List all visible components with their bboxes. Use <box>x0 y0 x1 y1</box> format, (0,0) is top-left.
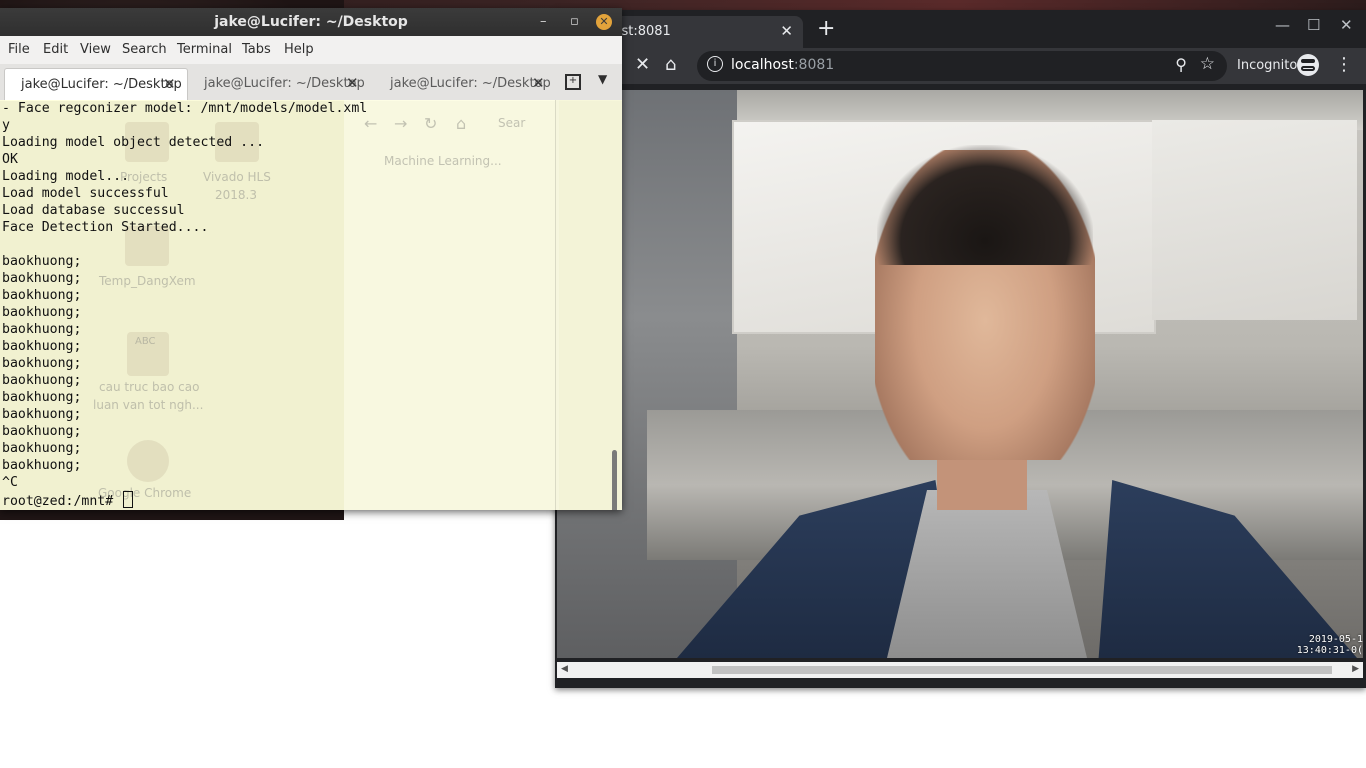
menu-view[interactable]: View <box>80 42 111 57</box>
ghost-home-icon: ⌂ <box>456 114 467 133</box>
tab-close-icon[interactable]: ✕ <box>163 75 176 93</box>
minimize-icon[interactable]: – <box>540 8 547 36</box>
bookmark-star-icon[interactable]: ☆ <box>1200 54 1215 74</box>
tab-close-icon[interactable]: ✕ <box>780 22 793 40</box>
home-icon[interactable]: ⌂ <box>665 54 676 75</box>
incognito-label: Incognito <box>1237 58 1298 73</box>
webcam-stream-image: 2019-05-1 13:40:31-0( <box>557 90 1363 658</box>
terminal-scrollbar-thumb[interactable] <box>612 450 617 510</box>
zoom-icon[interactable]: ⚲ <box>1175 55 1187 74</box>
close-icon[interactable]: ✕ <box>596 14 612 30</box>
menu-search[interactable]: Search <box>122 42 167 57</box>
page-viewport: 2019-05-1 13:40:31-0( ◀ ▶ <box>555 84 1366 688</box>
menu-help[interactable]: Help <box>284 42 314 57</box>
terminal-tab-1[interactable]: jake@Lucifer: ~/Desktop ✕ <box>4 68 188 101</box>
address-url: localhost:8081 <box>731 57 835 73</box>
tab-close-icon[interactable]: ✕ <box>346 74 359 92</box>
menu-tabs[interactable]: Tabs <box>242 42 271 57</box>
text-cursor <box>123 491 134 508</box>
browser-tab-strip: localhost:8081 ✕ + — ☐ ✕ <box>555 10 1366 48</box>
maximize-icon[interactable]: ☐ <box>1307 16 1320 34</box>
scroll-left-icon[interactable]: ◀ <box>561 664 568 674</box>
shell-prompt: root@zed:/mnt# <box>2 494 122 509</box>
tab-close-icon[interactable]: ✕ <box>532 74 545 92</box>
horizontal-scrollbar[interactable]: ◀ ▶ <box>557 662 1363 678</box>
ghost-forward-icon: → <box>394 114 408 133</box>
terminal-menubar: File Edit View Search Terminal Tabs Help <box>0 36 622 64</box>
terminal-titlebar[interactable]: jake@Lucifer: ~/Desktop – ▫ ✕ <box>0 8 622 36</box>
terminal-title: jake@Lucifer: ~/Desktop <box>214 14 408 30</box>
terminal-window: jake@Lucifer: ~/Desktop – ▫ ✕ File Edit … <box>0 8 622 510</box>
incognito-icon[interactable] <box>1297 54 1319 76</box>
scene-person-hair <box>877 145 1093 265</box>
terminal-tab-2[interactable]: jake@Lucifer: ~/Desktop ✕ <box>188 68 370 100</box>
camera-timestamp: 2019-05-1 13:40:31-0( <box>1296 634 1363 656</box>
scrollbar-thumb[interactable] <box>712 666 1332 674</box>
browser-toolbar: ✕ ⌂ i localhost:8081 ⚲ ☆ Incognito ⋮ <box>555 48 1366 84</box>
window-close-icon[interactable]: ✕ <box>1340 16 1353 34</box>
browser-menu-icon[interactable]: ⋮ <box>1335 54 1353 75</box>
ghost-reload-icon: ↻ <box>424 114 438 133</box>
ghost-bookmark: Machine Learning... <box>384 154 502 168</box>
background-window-edge <box>555 100 622 510</box>
new-terminal-tab-icon[interactable]: + <box>565 74 581 90</box>
minimize-icon[interactable]: — <box>1275 16 1290 34</box>
terminal-output[interactable]: ← → ↻ ⌂ Sear Machine Learning... Project… <box>0 100 622 510</box>
address-bar[interactable]: i localhost:8081 ⚲ ☆ <box>697 51 1227 81</box>
background-window-ghost: ← → ↻ ⌂ Sear Machine Learning... <box>344 100 559 510</box>
terminal-tab-3[interactable]: jake@Lucifer: ~/Desktop ✕ <box>374 68 556 100</box>
tab-list-chevron-icon[interactable]: ▼ <box>598 72 607 86</box>
ghost-search-text: Sear <box>498 116 526 130</box>
scroll-right-icon[interactable]: ▶ <box>1352 664 1359 674</box>
menu-edit[interactable]: Edit <box>43 42 68 57</box>
menu-file[interactable]: File <box>8 42 30 57</box>
menu-terminal[interactable]: Terminal <box>177 42 232 57</box>
new-tab-button[interactable]: + <box>817 18 835 40</box>
terminal-text: - Face regconizer model: /mnt/models/mod… <box>2 101 368 509</box>
stop-loading-icon[interactable]: ✕ <box>635 54 650 75</box>
browser-window: localhost:8081 ✕ + — ☐ ✕ ✕ ⌂ i localhost… <box>555 10 1366 688</box>
site-info-icon[interactable]: i <box>707 56 723 72</box>
terminal-tab-bar: jake@Lucifer: ~/Desktop ✕ jake@Lucifer: … <box>0 64 622 101</box>
scene-whiteboard-right <box>1152 120 1357 320</box>
maximize-icon[interactable]: ▫ <box>570 8 579 36</box>
